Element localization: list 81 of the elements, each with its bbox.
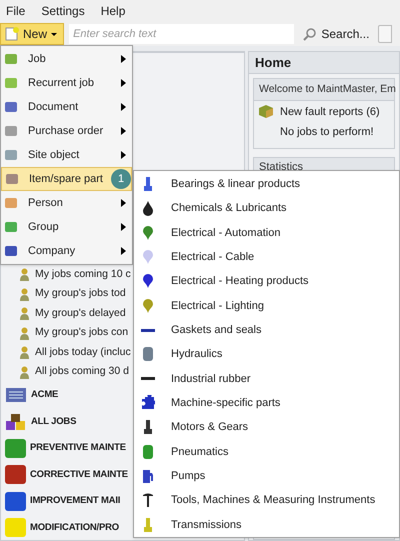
submenu-item[interactable]: Tools, Machines & Measuring Instruments bbox=[134, 488, 399, 513]
person-icon bbox=[19, 307, 30, 320]
menu-bar-item[interactable]: Settings bbox=[41, 2, 85, 20]
welcome-text: Welcome to MaintMaster, Em bbox=[259, 82, 396, 97]
puzzle-icon bbox=[141, 395, 155, 412]
no-jobs-text: No jobs to perform! bbox=[280, 124, 375, 140]
pin-icon bbox=[141, 224, 155, 241]
person-icon bbox=[19, 346, 30, 360]
submenu-item[interactable]: Gaskets and seals bbox=[134, 318, 399, 342]
pin-icon bbox=[141, 298, 155, 314]
search-button[interactable]: Search... bbox=[299, 24, 374, 44]
submenu-item[interactable]: Electrical - Lighting bbox=[134, 294, 399, 318]
submenu-item[interactable]: Machine-specific parts bbox=[134, 390, 399, 416]
canister-icon bbox=[141, 346, 155, 362]
category-item[interactable]: PREVENTIVE MAINTE bbox=[5, 435, 134, 462]
menu-item[interactable]: Group bbox=[1, 215, 132, 239]
menu-bar-item[interactable]: Help bbox=[100, 2, 126, 20]
category-item[interactable]: CORRECTIVE MAINTE bbox=[5, 462, 134, 488]
submenu-item[interactable]: Pneumatics bbox=[134, 440, 399, 464]
canister-icon bbox=[141, 444, 155, 460]
submenu-item[interactable]: Transmissions bbox=[134, 512, 399, 537]
menu-item-icon bbox=[4, 76, 18, 90]
menu-item-icon bbox=[4, 52, 18, 66]
menu-item[interactable]: Purchase order bbox=[1, 119, 132, 143]
drop-icon bbox=[141, 200, 155, 216]
menu-item-icon bbox=[4, 220, 18, 234]
menu-item-icon bbox=[4, 196, 18, 210]
fault-reports-link[interactable]: New fault reports (6) bbox=[280, 104, 380, 120]
blocks-icon bbox=[5, 412, 27, 431]
category-item[interactable]: ACME bbox=[5, 382, 134, 408]
toolbar-button[interactable] bbox=[378, 25, 392, 43]
bar-icon bbox=[141, 377, 155, 380]
pin-icon bbox=[141, 249, 155, 266]
submenu-item[interactable]: Chemicals & Lubricants bbox=[134, 196, 399, 221]
tower-icon bbox=[141, 516, 155, 533]
person-icon bbox=[19, 326, 30, 340]
menu-item[interactable]: Job bbox=[1, 47, 132, 71]
menu-item[interactable]: Site object bbox=[1, 143, 132, 167]
job-list-item[interactable]: My group's delayed bbox=[19, 304, 134, 324]
tower-icon bbox=[141, 176, 155, 192]
menu-item-icon bbox=[4, 148, 18, 162]
job-list-item[interactable]: My jobs coming 10 c bbox=[19, 265, 134, 284]
submenu-item[interactable]: Electrical - Cable bbox=[134, 244, 399, 270]
submenu-item[interactable]: Industrial rubber bbox=[134, 366, 399, 391]
new-button[interactable]: New bbox=[0, 23, 64, 45]
bar-icon bbox=[141, 328, 155, 332]
tower-icon bbox=[141, 419, 155, 436]
pin-icon bbox=[141, 273, 155, 290]
document-icon bbox=[5, 27, 19, 41]
search-field[interactable]: Enter search text bbox=[69, 24, 294, 44]
person-icon bbox=[19, 288, 30, 301]
search-icon bbox=[303, 27, 318, 41]
job-list-item[interactable]: My group's jobs tod bbox=[19, 284, 134, 304]
submenu-item[interactable]: Hydraulics bbox=[134, 342, 399, 367]
menu-item[interactable]: Document bbox=[1, 95, 132, 119]
menu-item-icon bbox=[5, 172, 19, 186]
menu-item-icon bbox=[4, 244, 18, 258]
probe-icon bbox=[141, 492, 155, 508]
menu-item[interactable]: Person bbox=[1, 191, 132, 215]
caret-icon bbox=[51, 32, 58, 36]
submenu-item[interactable]: Motors & Gears bbox=[134, 415, 399, 440]
category-item[interactable]: ALL JOBS bbox=[5, 408, 134, 435]
job-list-item[interactable]: All jobs today (incluc bbox=[19, 343, 134, 362]
panel-title: Home bbox=[255, 54, 292, 72]
person-icon bbox=[19, 366, 30, 379]
submenu-item[interactable]: Electrical - Heating products bbox=[134, 269, 399, 294]
menu-item-icon bbox=[4, 124, 18, 138]
submenu-item[interactable]: Pumps bbox=[134, 464, 399, 488]
category-item[interactable]: IMPROVEMENT MAII bbox=[5, 488, 134, 514]
person-icon bbox=[19, 268, 30, 282]
submenu-item[interactable]: Electrical - Automation bbox=[134, 220, 399, 245]
menu-item[interactable]: Recurrent job bbox=[1, 71, 132, 95]
job-list-item[interactable]: My group's jobs con bbox=[19, 324, 134, 343]
menu-bar-item[interactable]: File bbox=[6, 2, 26, 20]
menu-item[interactable]: Company bbox=[1, 239, 132, 263]
box-icon bbox=[258, 104, 274, 118]
menu-item-icon bbox=[4, 100, 18, 114]
category-item[interactable]: MODIFICATION/PRO bbox=[5, 514, 134, 541]
job-list-item[interactable]: All jobs coming 30 d bbox=[19, 362, 134, 382]
fuel-pump-icon bbox=[141, 468, 155, 484]
list-icon bbox=[5, 387, 27, 404]
